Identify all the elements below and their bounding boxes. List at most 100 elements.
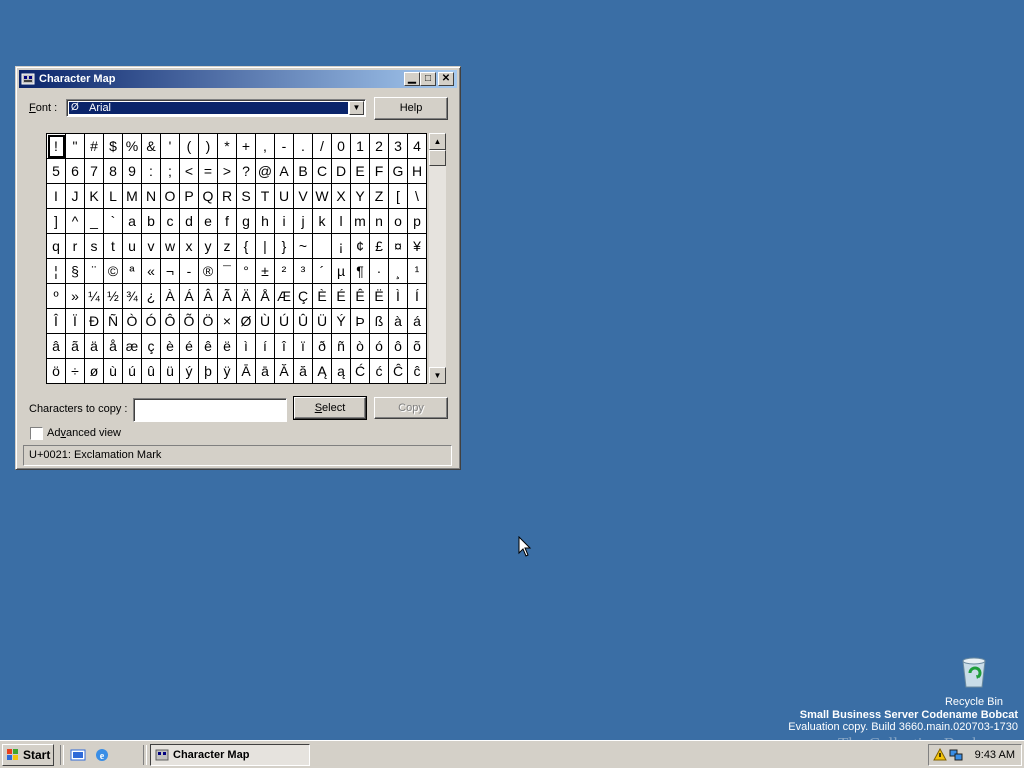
character-cell[interactable]: ¦ bbox=[47, 259, 66, 284]
character-cell[interactable]: v bbox=[142, 234, 161, 259]
character-cell[interactable]: ³ bbox=[294, 259, 313, 284]
character-cell[interactable]: D bbox=[332, 159, 351, 184]
character-cell[interactable]: Ç bbox=[294, 284, 313, 309]
font-dropdown[interactable]: Ø Arial ▼ bbox=[66, 99, 366, 117]
character-cell[interactable]: V bbox=[294, 184, 313, 209]
character-cell[interactable]: Æ bbox=[275, 284, 294, 309]
character-cell[interactable]: ¿ bbox=[142, 284, 161, 309]
character-cell[interactable]: Á bbox=[180, 284, 199, 309]
character-cell[interactable]: ¾ bbox=[123, 284, 142, 309]
character-cell[interactable]: É bbox=[332, 284, 351, 309]
character-cell[interactable]: í bbox=[256, 334, 275, 359]
character-cell[interactable]: S bbox=[237, 184, 256, 209]
character-cell[interactable]: | bbox=[256, 234, 275, 259]
character-grid[interactable]: ! " # $% & '() * +, -./0 1 2 3 4 5 6 7 8 9:; < = >? @ A B C D E F G H… bbox=[46, 133, 427, 384]
character-cell[interactable]: Ä bbox=[237, 284, 256, 309]
character-cell[interactable]: N bbox=[142, 184, 161, 209]
character-cell[interactable]: e bbox=[199, 209, 218, 234]
character-cell[interactable]: Ì bbox=[389, 284, 408, 309]
character-cell[interactable]: k bbox=[313, 209, 332, 234]
start-button[interactable]: Start bbox=[2, 744, 54, 766]
character-cell[interactable]: w bbox=[161, 234, 180, 259]
character-cell[interactable]: Ñ bbox=[104, 309, 123, 334]
character-cell[interactable]: Ø bbox=[237, 309, 256, 334]
character-cell[interactable]: , bbox=[256, 134, 275, 159]
character-cell[interactable]: à bbox=[389, 309, 408, 334]
character-cell[interactable]: 5 bbox=[47, 159, 66, 184]
character-cell[interactable]: ± bbox=[256, 259, 275, 284]
character-cell[interactable]: ¯ bbox=[218, 259, 237, 284]
character-cell[interactable]: ä bbox=[85, 334, 104, 359]
character-cell[interactable]: A bbox=[275, 159, 294, 184]
character-cell[interactable]: ą bbox=[332, 359, 351, 384]
character-cell[interactable]: > bbox=[218, 159, 237, 184]
character-cell[interactable]: 3 bbox=[389, 134, 408, 159]
dropdown-arrow-button[interactable]: ▼ bbox=[349, 101, 364, 115]
character-cell[interactable]: ¢ bbox=[351, 234, 370, 259]
show-desktop-icon[interactable] bbox=[70, 747, 86, 763]
character-cell[interactable]: » bbox=[66, 284, 85, 309]
character-cell[interactable]: ¸ bbox=[389, 259, 408, 284]
character-cell[interactable]: ^ bbox=[66, 209, 85, 234]
character-cell[interactable]: ÿ bbox=[218, 359, 237, 384]
character-cell[interactable]: « bbox=[142, 259, 161, 284]
character-cell[interactable]: " bbox=[66, 134, 85, 159]
characters-to-copy-input[interactable] bbox=[133, 398, 287, 422]
character-cell[interactable]: - bbox=[180, 259, 199, 284]
character-cell[interactable]: I bbox=[47, 184, 66, 209]
character-cell[interactable]: s bbox=[85, 234, 104, 259]
character-cell[interactable]: M bbox=[123, 184, 142, 209]
character-cell[interactable]: ¥ bbox=[408, 234, 427, 259]
character-cell[interactable]: & bbox=[142, 134, 161, 159]
character-cell[interactable]: ¨ bbox=[85, 259, 104, 284]
character-cell[interactable]: Ă bbox=[275, 359, 294, 384]
character-cell[interactable]: - bbox=[275, 134, 294, 159]
character-cell[interactable]: µ bbox=[332, 259, 351, 284]
scroll-down-button[interactable]: ▼ bbox=[429, 367, 446, 384]
character-cell[interactable]: Í bbox=[408, 284, 427, 309]
character-cell[interactable]: 9 bbox=[123, 159, 142, 184]
character-cell[interactable]: Ð bbox=[85, 309, 104, 334]
character-cell[interactable]: n bbox=[370, 209, 389, 234]
character-cell[interactable]: ú bbox=[123, 359, 142, 384]
character-cell[interactable]: ¼ bbox=[85, 284, 104, 309]
character-cell[interactable]: ¤ bbox=[389, 234, 408, 259]
character-cell[interactable]: % bbox=[123, 134, 142, 159]
character-cell[interactable]: Ý bbox=[332, 309, 351, 334]
character-cell[interactable]: Ù bbox=[256, 309, 275, 334]
close-button[interactable]: ✕ bbox=[438, 72, 454, 86]
character-cell[interactable]: Ò bbox=[123, 309, 142, 334]
character-cell[interactable]: 0 bbox=[332, 134, 351, 159]
taskbar-item-character-map[interactable]: Character Map bbox=[150, 744, 310, 766]
character-cell[interactable]: æ bbox=[123, 334, 142, 359]
character-cell[interactable]: F bbox=[370, 159, 389, 184]
character-cell[interactable]: q bbox=[47, 234, 66, 259]
character-cell[interactable]: < bbox=[180, 159, 199, 184]
recycle-bin-shortcut[interactable]: Recycle Bin bbox=[944, 655, 1004, 708]
character-cell[interactable]: ¹ bbox=[408, 259, 427, 284]
character-cell[interactable]: ( bbox=[180, 134, 199, 159]
character-cell[interactable]: ' bbox=[161, 134, 180, 159]
character-cell[interactable]: ă bbox=[294, 359, 313, 384]
character-cell[interactable]: C bbox=[313, 159, 332, 184]
select-button[interactable]: Select bbox=[293, 396, 367, 420]
character-cell[interactable]: î bbox=[275, 334, 294, 359]
character-cell[interactable]: 8 bbox=[104, 159, 123, 184]
character-cell[interactable]: ` bbox=[104, 209, 123, 234]
character-cell[interactable]: J bbox=[66, 184, 85, 209]
character-cell[interactable]: \ bbox=[408, 184, 427, 209]
character-cell[interactable]: ã bbox=[66, 334, 85, 359]
character-cell[interactable]: Ć bbox=[351, 359, 370, 384]
character-cell[interactable]: y bbox=[199, 234, 218, 259]
character-cell[interactable]: ² bbox=[275, 259, 294, 284]
character-cell[interactable]: 2 bbox=[370, 134, 389, 159]
title-bar[interactable]: Character Map ▁ □ ✕ bbox=[19, 70, 457, 88]
character-cell[interactable]: Û bbox=[294, 309, 313, 334]
character-cell[interactable]: Å bbox=[256, 284, 275, 309]
character-cell[interactable]: ù bbox=[104, 359, 123, 384]
character-cell[interactable]: g bbox=[237, 209, 256, 234]
character-cell[interactable]: W bbox=[313, 184, 332, 209]
character-cell[interactable]: ¶ bbox=[351, 259, 370, 284]
character-cell[interactable]: þ bbox=[199, 359, 218, 384]
character-cell[interactable]: 6 bbox=[66, 159, 85, 184]
